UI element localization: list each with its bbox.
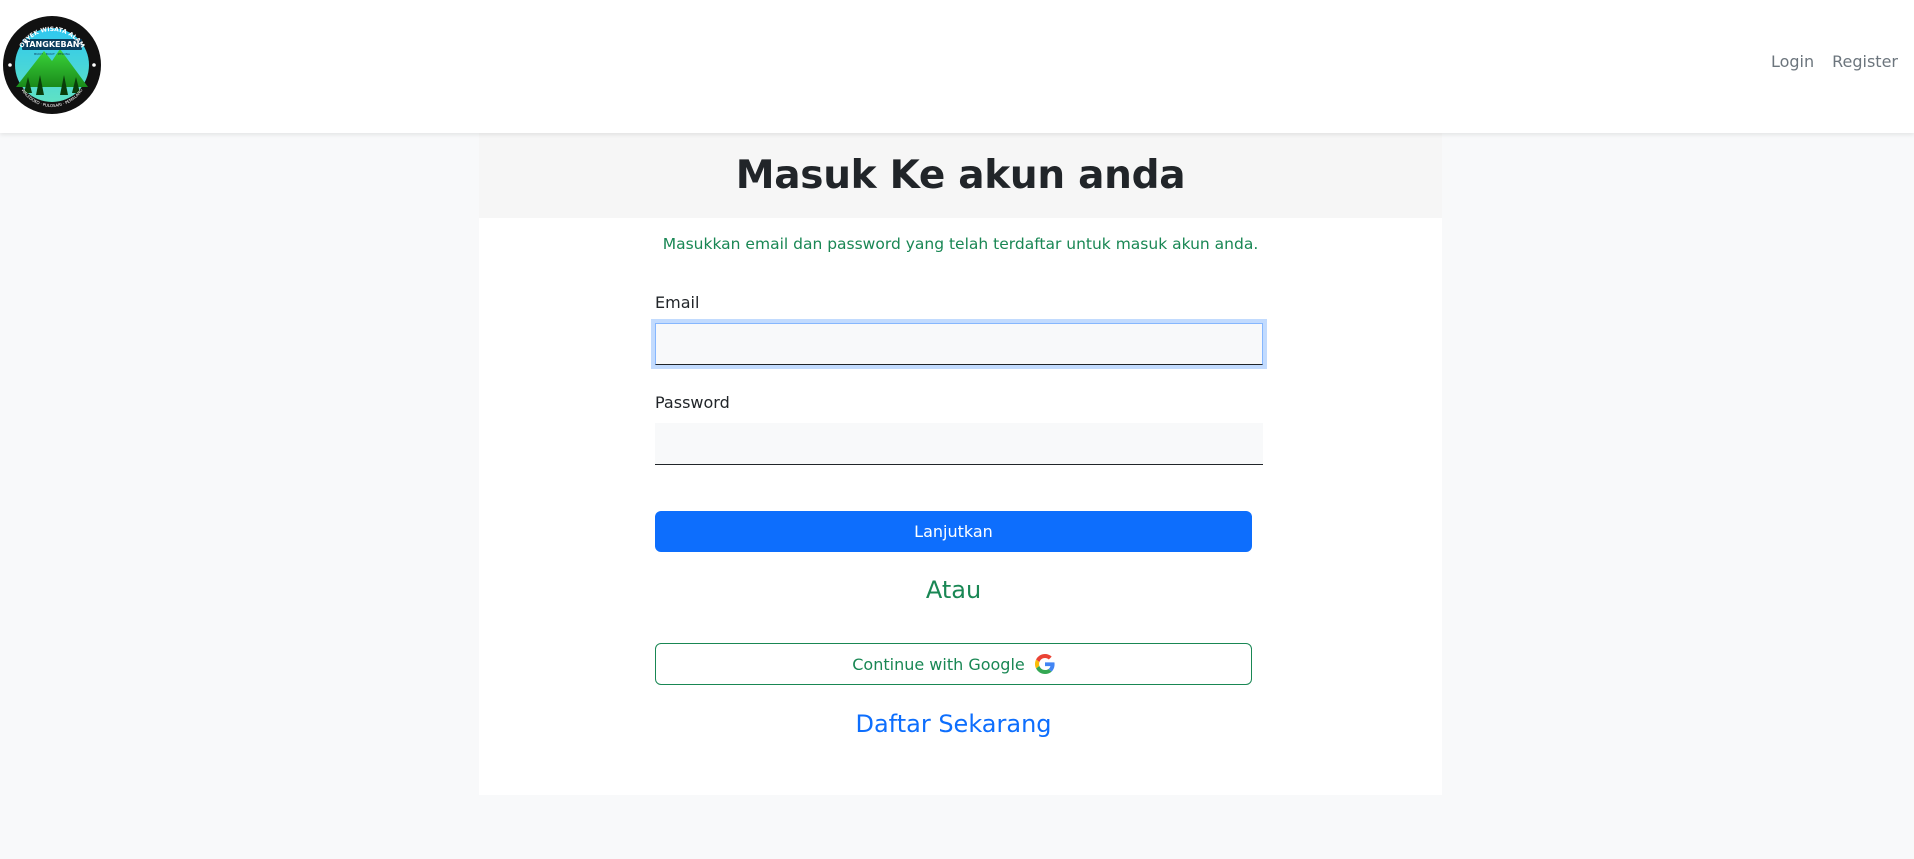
google-login-button[interactable]: Continue with Google	[655, 643, 1252, 685]
page-title: Masuk Ke akun anda	[735, 153, 1186, 198]
register-now-link[interactable]: Daftar Sekarang	[655, 710, 1252, 738]
logo-tagline-text: BUKIT · BUKIT · PESONA	[34, 52, 71, 56]
google-icon	[1034, 654, 1055, 674]
password-label: Password	[655, 393, 730, 412]
nav-login-link[interactable]: Login	[1771, 52, 1814, 71]
google-button-label: Continue with Google	[852, 654, 1025, 674]
login-instructions: Masukkan email dan password yang telah t…	[662, 235, 1259, 253]
password-field[interactable]	[655, 423, 1263, 465]
email-field[interactable]	[655, 323, 1263, 365]
or-divider: Atau	[925, 576, 982, 604]
submit-button[interactable]: Lanjutkan	[655, 511, 1252, 552]
email-label: Email	[655, 293, 700, 312]
nav-links: Login Register	[1771, 52, 1898, 71]
logo-name-text: TANGKEBAN	[25, 40, 80, 49]
nav-register-link[interactable]: Register	[1832, 52, 1898, 71]
login-card: Masuk Ke akun anda Masukkan email dan pa…	[479, 133, 1442, 795]
navbar: TANGKEBAN BUKIT · BUKIT · PESONA OBYEK W…	[0, 0, 1914, 133]
brand-logo[interactable]: TANGKEBAN BUKIT · BUKIT · PESONA OBYEK W…	[2, 15, 102, 115]
login-card-header: Masuk Ke akun anda	[479, 133, 1442, 218]
